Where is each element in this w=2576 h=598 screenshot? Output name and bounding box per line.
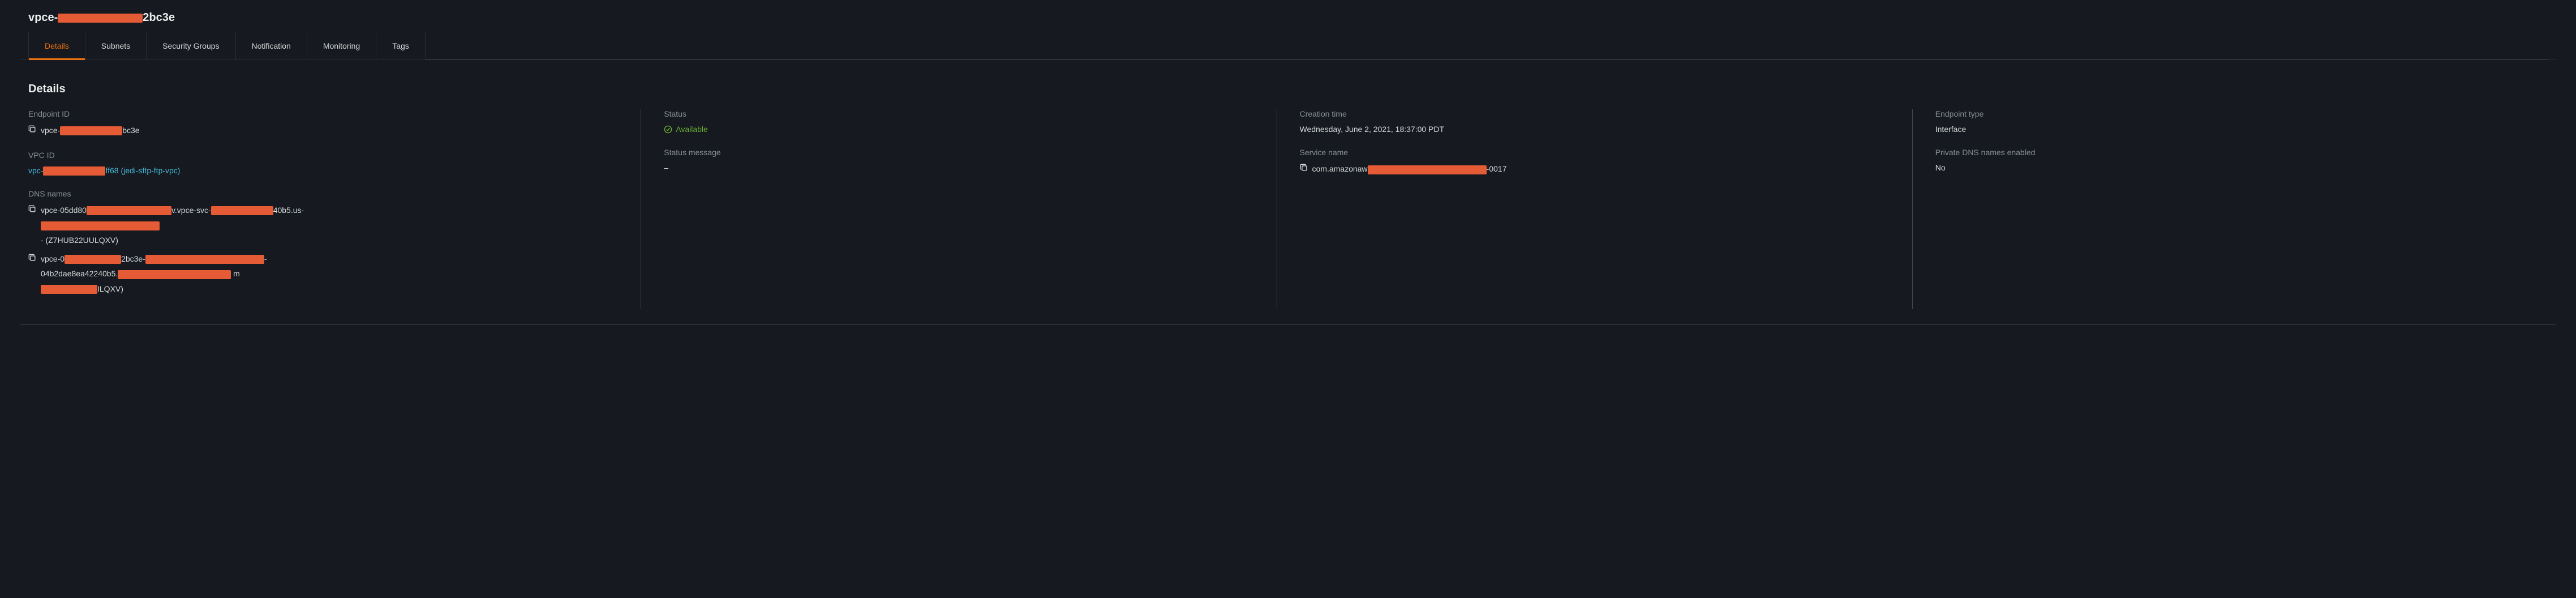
label-status-message: Status message <box>664 148 1253 157</box>
field-endpoint-type: Endpoint type Interface <box>1935 109 2525 135</box>
tab-subnets[interactable]: Subnets <box>85 32 147 59</box>
label-service-name: Service name <box>1300 148 1890 157</box>
value-vpc-id: vpc-ff68 (jedi-sftp-ftp-vpc) <box>28 164 618 177</box>
endpoint-id-suffix: bc3e <box>122 126 139 135</box>
label-endpoint-type: Endpoint type <box>1935 109 2525 118</box>
tab-bar: Details Subnets Security Groups Notifica… <box>20 32 2556 60</box>
label-dns-names: DNS names <box>28 189 618 198</box>
dns-entry-1: vpce-05dd80v.vpce-svc-40b5.us- - (Z7HUB2… <box>28 203 618 248</box>
label-endpoint-id: Endpoint ID <box>28 109 618 118</box>
redaction <box>118 270 231 279</box>
copy-icon[interactable] <box>28 253 36 265</box>
status-text: Available <box>676 123 708 135</box>
details-grid: Endpoint ID vpce-bc3e VPC ID vpc-ff68 (j… <box>28 109 2548 309</box>
value-endpoint-id: vpce-bc3e <box>28 123 618 138</box>
endpoint-id-prefix: vpce- <box>41 126 60 135</box>
value-endpoint-type: Interface <box>1935 123 2525 135</box>
title-prefix: vpce- <box>28 11 58 24</box>
copy-icon[interactable] <box>28 124 36 136</box>
tab-monitoring[interactable]: Monitoring <box>307 32 376 59</box>
vpc-id-prefix: vpc- <box>28 166 43 175</box>
value-private-dns: No <box>1935 161 2525 174</box>
label-vpc-id: VPC ID <box>28 151 618 160</box>
field-vpc-id: VPC ID vpc-ff68 (jedi-sftp-ftp-vpc) <box>28 151 618 177</box>
service-name-prefix: com.amazonaw <box>1312 164 1368 173</box>
redaction <box>41 285 97 294</box>
redaction <box>1368 165 1487 174</box>
tab-notification[interactable]: Notification <box>236 32 307 59</box>
page-title: vpce- 2bc3e <box>28 11 175 24</box>
vpc-id-suffix: ff68 (jedi-sftp-ftp-vpc) <box>105 166 180 175</box>
details-col-1: Endpoint ID vpce-bc3e VPC ID vpc-ff68 (j… <box>28 109 641 309</box>
value-service-name: com.amazonaw -0017 <box>1300 161 1890 177</box>
details-panel: Details Endpoint ID vpce-bc3e VPC ID <box>20 83 2556 324</box>
redaction <box>43 166 105 176</box>
tab-details[interactable]: Details <box>28 32 85 59</box>
field-dns-names: DNS names vpce-05dd80v.vpce-svc-40b5.us-… <box>28 189 618 297</box>
service-name-suffix: -0017 <box>1487 164 1507 173</box>
label-status: Status <box>664 109 1253 118</box>
details-col-4: Endpoint type Interface Private DNS name… <box>1912 109 2548 309</box>
field-status-message: Status message – <box>664 148 1253 174</box>
copy-icon[interactable] <box>28 204 36 216</box>
tab-tags[interactable]: Tags <box>376 32 426 59</box>
label-creation-time: Creation time <box>1300 109 1890 118</box>
panel-title: Details <box>28 83 2548 109</box>
tab-security-groups[interactable]: Security Groups <box>147 32 235 59</box>
check-circle-icon <box>664 125 672 134</box>
title-suffix: 2bc3e <box>143 11 175 24</box>
value-status-message: – <box>664 161 1253 174</box>
page-header: vpce- 2bc3e <box>20 0 2556 32</box>
field-endpoint-id: Endpoint ID vpce-bc3e <box>28 109 618 138</box>
field-private-dns: Private DNS names enabled No <box>1935 148 2525 174</box>
field-service-name: Service name com.amazonaw -0017 <box>1300 148 1890 177</box>
field-status: Status Available <box>664 109 1253 135</box>
redaction <box>41 221 160 230</box>
tab-bar-rule <box>426 59 2548 60</box>
value-status: Available <box>664 123 1253 135</box>
details-col-3: Creation time Wednesday, June 2, 2021, 1… <box>1277 109 1912 309</box>
field-creation-time: Creation time Wednesday, June 2, 2021, 1… <box>1300 109 1890 135</box>
redaction <box>60 126 122 135</box>
details-col-2: Status Available Status message – <box>641 109 1276 309</box>
redaction <box>65 255 121 264</box>
redaction <box>211 206 273 215</box>
dns-entry-2: vpce-02bc3e-- 04b2dae8ea42240b5. m ILQXV… <box>28 251 618 297</box>
redaction <box>87 206 171 215</box>
vpc-id-link[interactable]: vpc-ff68 (jedi-sftp-ftp-vpc) <box>28 164 180 177</box>
label-private-dns: Private DNS names enabled <box>1935 148 2525 157</box>
redaction <box>58 14 143 23</box>
status-available: Available <box>664 123 708 135</box>
redaction <box>145 255 264 264</box>
value-creation-time: Wednesday, June 2, 2021, 18:37:00 PDT <box>1300 123 1890 135</box>
copy-icon[interactable] <box>1300 163 1308 175</box>
